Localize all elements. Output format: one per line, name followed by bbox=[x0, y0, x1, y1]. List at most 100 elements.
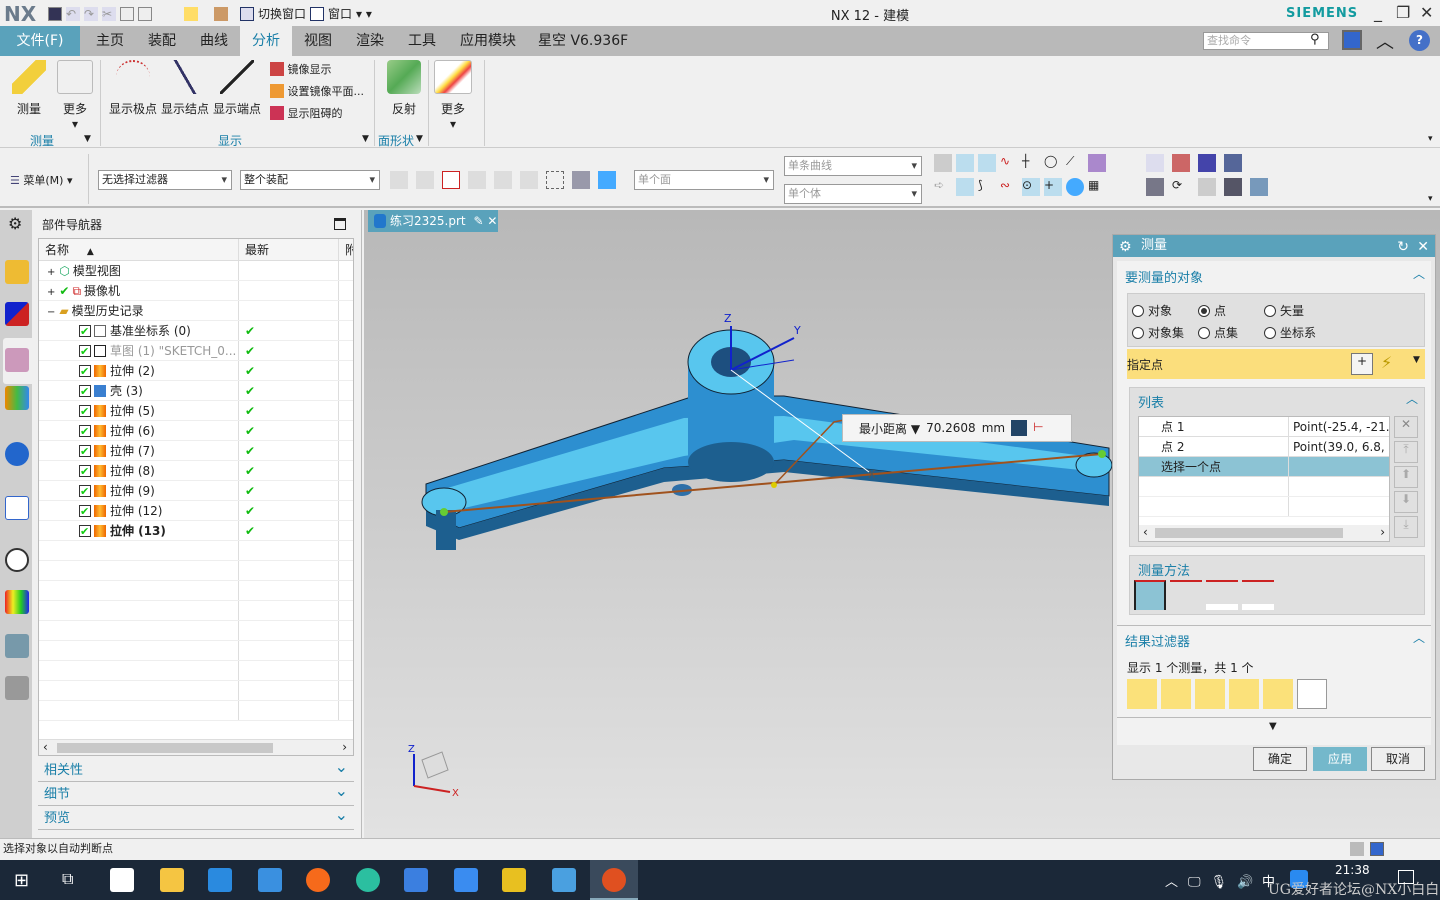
feishu-icon[interactable] bbox=[404, 868, 428, 892]
photos-icon[interactable] bbox=[552, 868, 576, 892]
snap-point-icon[interactable] bbox=[442, 171, 460, 189]
point-list-row[interactable]: 点 2 Point(39.0, 6.8, 3 bbox=[1139, 437, 1389, 457]
remove-icon[interactable]: ✕ bbox=[1394, 416, 1418, 438]
point-type-dropdown[interactable]: ▼ bbox=[1413, 355, 1420, 365]
task-view-icon[interactable]: ⧉ bbox=[62, 869, 73, 889]
select-feature-icon[interactable] bbox=[390, 171, 408, 189]
point-list-row[interactable]: 选择一个点 bbox=[1139, 457, 1389, 477]
snap-enable-icon[interactable] bbox=[934, 154, 952, 172]
expand-toggle[interactable]: + bbox=[47, 287, 55, 298]
distance-icon[interactable]: ⊢ bbox=[1033, 420, 1049, 436]
draw-app-icon[interactable] bbox=[502, 868, 526, 892]
select-face-icon[interactable] bbox=[572, 171, 590, 189]
visibility-checkbox[interactable] bbox=[79, 362, 91, 380]
more-measure-button[interactable]: 更多 ▾ bbox=[56, 60, 94, 131]
search-icon[interactable]: ⚲ bbox=[1310, 32, 1320, 47]
specify-point-row[interactable]: 指定点 + ⚡ ▼ bbox=[1127, 349, 1425, 379]
store-icon[interactable] bbox=[208, 868, 232, 892]
visibility-checkbox[interactable] bbox=[79, 342, 91, 360]
measure-button[interactable]: 测量 bbox=[10, 60, 48, 117]
radio-option[interactable]: 对象集 bbox=[1132, 324, 1184, 341]
filter-angle-icon[interactable] bbox=[1195, 679, 1225, 709]
apply-button[interactable]: 应用 bbox=[1313, 747, 1367, 771]
cancel-button[interactable]: 取消 bbox=[1371, 747, 1425, 771]
existing-point-icon[interactable] bbox=[956, 154, 974, 172]
visibility-checkbox[interactable] bbox=[79, 442, 91, 460]
radio-icon[interactable] bbox=[1198, 327, 1210, 339]
radio-option[interactable]: 矢量 bbox=[1264, 302, 1304, 319]
radio-icon[interactable] bbox=[1132, 305, 1144, 317]
move-up-icon[interactable]: ⬆ bbox=[1394, 466, 1418, 488]
visibility-checkbox[interactable] bbox=[79, 522, 91, 540]
close-button[interactable]: ✕ bbox=[1420, 3, 1433, 22]
notification-icon[interactable] bbox=[1398, 870, 1414, 884]
save-measurement-icon[interactable] bbox=[1011, 420, 1028, 436]
maximize-navigator-icon[interactable] bbox=[334, 218, 346, 230]
reflection-button[interactable]: 反射 bbox=[384, 60, 424, 117]
radio-option[interactable]: 坐标系 bbox=[1264, 324, 1316, 341]
point-dialog-icon[interactable]: + bbox=[1351, 353, 1373, 375]
mirror-display-button[interactable]: 镜像显示 bbox=[270, 61, 332, 77]
spline-icon[interactable]: ∾ bbox=[1000, 178, 1018, 196]
visibility-checkbox[interactable] bbox=[79, 382, 91, 400]
radio-option[interactable]: 点集 bbox=[1198, 324, 1238, 341]
type-filter-select[interactable]: 无选择过滤器 bbox=[98, 170, 232, 190]
set-mirror-plane-button[interactable]: 设置镜像平面... bbox=[270, 83, 364, 99]
sphere-icon[interactable] bbox=[1066, 178, 1084, 196]
tab-home[interactable]: 主页 bbox=[84, 26, 136, 56]
collapse-filter-icon[interactable]: ︿ bbox=[1413, 629, 1425, 646]
part-navigator-icon[interactable] bbox=[5, 348, 29, 372]
paint-icon[interactable] bbox=[1172, 154, 1190, 172]
view-icon[interactable] bbox=[1146, 154, 1164, 172]
system-materials-icon[interactable] bbox=[5, 590, 29, 614]
ok-button[interactable]: 确定 bbox=[1253, 747, 1307, 771]
snap-icon[interactable] bbox=[468, 171, 486, 189]
layer-icon[interactable] bbox=[1198, 154, 1216, 172]
method-simple-icon[interactable] bbox=[1134, 580, 1166, 610]
file-explorer-icon[interactable] bbox=[160, 868, 184, 892]
edge-icon[interactable] bbox=[356, 868, 380, 892]
restore-button[interactable]: ❐ bbox=[1396, 3, 1410, 22]
method-stack-icon[interactable] bbox=[1242, 580, 1274, 610]
tree-row[interactable]: 基准坐标系 (0) ✔ bbox=[39, 321, 353, 341]
help-icon[interactable]: ? bbox=[1409, 30, 1430, 51]
radio-icon[interactable] bbox=[1264, 305, 1276, 317]
visibility-checkbox[interactable] bbox=[79, 422, 91, 440]
tab-analysis[interactable]: 分析 bbox=[240, 26, 292, 56]
tree-row[interactable]: + ✔ ⧉ 摄像机 bbox=[39, 281, 353, 301]
radio-option[interactable]: 点 bbox=[1198, 302, 1226, 319]
tree-row[interactable]: 拉伸 (2) ✔ bbox=[39, 361, 353, 381]
show-obstructing-button[interactable]: 显示阻碍的 bbox=[270, 105, 343, 121]
minimize-button[interactable]: _ bbox=[1374, 3, 1382, 22]
fullscreen-icon[interactable] bbox=[1342, 30, 1362, 50]
center-icon[interactable]: ⊙ bbox=[1022, 178, 1040, 196]
visibility-checkbox[interactable] bbox=[79, 322, 91, 340]
arrow-icon[interactable]: ➪ bbox=[934, 178, 952, 196]
inferred-point-icon[interactable]: ⚡ bbox=[1381, 353, 1392, 372]
column-attached[interactable]: 附 bbox=[339, 239, 353, 260]
tree-row[interactable]: 壳 (3) ✔ bbox=[39, 381, 353, 401]
orient-icon[interactable] bbox=[1250, 178, 1268, 196]
tree-row[interactable]: 拉伸 (5) ✔ bbox=[39, 401, 353, 421]
point-on-curve-icon[interactable]: ⟆ bbox=[978, 178, 996, 196]
measure-type-select[interactable]: 最小距离 ▼ bbox=[859, 420, 920, 437]
filter-distance-icon[interactable] bbox=[1127, 679, 1157, 709]
control-point-icon[interactable]: ∿ bbox=[1000, 154, 1018, 172]
scope-select[interactable]: 整个装配 bbox=[240, 170, 380, 190]
measure-unit[interactable]: mm bbox=[982, 421, 1005, 435]
select-circle-icon[interactable] bbox=[520, 171, 538, 189]
expand-icon[interactable]: ▼ bbox=[1269, 721, 1277, 732]
show-poles-button[interactable]: 显示极点 bbox=[108, 60, 158, 117]
tab-render[interactable]: 渲染 bbox=[344, 26, 396, 56]
tab-tools[interactable]: 工具 bbox=[396, 26, 448, 56]
filter-arc-icon[interactable] bbox=[1161, 679, 1191, 709]
filter-icon[interactable] bbox=[416, 171, 434, 189]
show-knots-button[interactable]: 显示结点 bbox=[160, 60, 210, 117]
settings-icon[interactable]: ⚙ bbox=[8, 214, 22, 233]
nx-taskbar-button[interactable] bbox=[590, 860, 638, 900]
point-list-row[interactable]: 点 1 Point(-25.4, -21.4 bbox=[1139, 417, 1389, 437]
quadrant-icon[interactable]: ⟋ bbox=[1066, 154, 1084, 172]
render-style-icon[interactable] bbox=[1198, 178, 1216, 196]
horizontal-scrollbar[interactable]: ‹ › bbox=[39, 739, 353, 755]
radio-icon[interactable] bbox=[1132, 327, 1144, 339]
